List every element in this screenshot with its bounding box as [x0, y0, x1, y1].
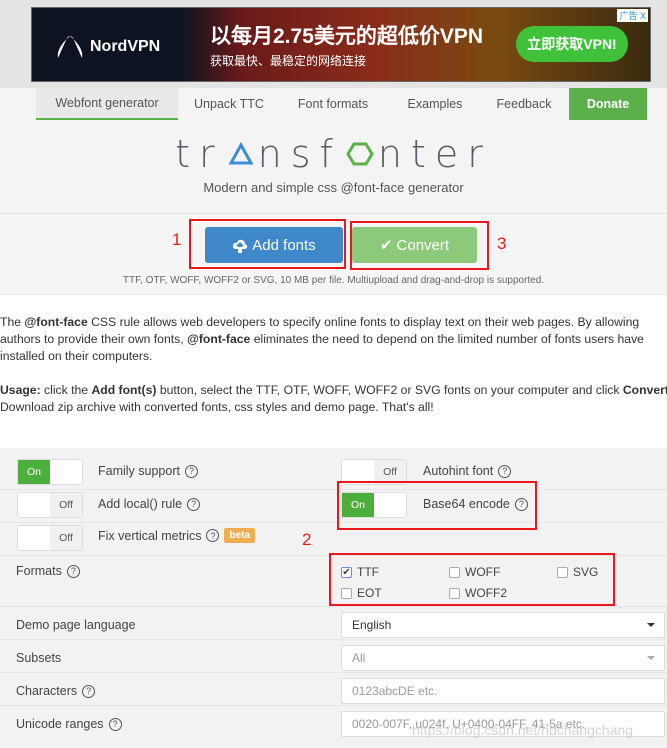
nav-webfont-generator[interactable]: Webfont generator — [36, 88, 178, 120]
help-icon[interactable]: ? — [66, 564, 80, 578]
ad-label: 广告 — [619, 11, 638, 21]
text: click the — [40, 383, 92, 397]
logo-hexagon-icon — [346, 142, 374, 166]
text: Download zip archive with converted font… — [0, 400, 434, 414]
family-support-toggle[interactable]: On — [17, 459, 83, 485]
ad-tag[interactable]: 广告 X — [617, 9, 648, 22]
caret-down-icon — [647, 623, 655, 627]
fix-vertical-label: Fix vertical metrics? beta — [98, 528, 256, 543]
label-text: Add local() rule — [98, 497, 183, 511]
tagline: Modern and simple css @font-face generat… — [203, 180, 464, 195]
fix-vertical-toggle[interactable]: Off — [17, 525, 83, 551]
toggle-off: Off — [50, 526, 82, 550]
text: @font-face — [186, 332, 251, 346]
ad-brand: NordVPN — [56, 34, 160, 60]
description-paragraph: The @font-face CSS rule allows web devel… — [0, 314, 644, 365]
logo-text: tr — [175, 132, 224, 176]
nav-unpack-ttc[interactable]: Unpack TTC — [182, 88, 276, 120]
text: The — [0, 315, 25, 329]
annotation-number-2: 2 — [302, 530, 312, 549]
logo: tr nsf nter — [0, 132, 667, 176]
ad-area: NordVPN 以每月2.75美元的超低价VPN 获取最快、最稳定的网络连接 立… — [0, 0, 667, 88]
ad-banner[interactable]: NordVPN 以每月2.75美元的超低价VPN 获取最快、最稳定的网络连接 立… — [31, 7, 651, 82]
characters-input[interactable]: 0123abcDE etc. — [341, 678, 665, 704]
add-local-label: Add local() rule? — [98, 497, 201, 511]
label-text: Formats — [16, 564, 62, 578]
watermark: https://blog.csdn.net/hdchangchang — [412, 722, 634, 738]
text: button, select the TTF, OTF, WOFF, WOFF2… — [156, 383, 623, 397]
toggle-off: Off — [50, 493, 82, 517]
toggle-on: On — [18, 460, 50, 484]
text: installed on their computers. — [0, 349, 153, 363]
subsets-select[interactable]: All — [341, 645, 665, 671]
label-text: Autohint font — [423, 464, 494, 478]
nordvpn-logo-icon — [57, 36, 83, 58]
label-text: Unicode ranges — [16, 717, 104, 731]
help-icon[interactable]: ? — [498, 464, 512, 478]
formats-label: Formats? — [16, 564, 80, 578]
ad-brand-text: NordVPN — [90, 38, 161, 55]
unicode-ranges-label: Unicode ranges? — [16, 717, 122, 731]
ad-cta-button[interactable]: 立即获取VPN! — [516, 26, 628, 62]
select-value: All — [352, 651, 366, 665]
ad-subtext: 获取最快、最稳定的网络连接 — [210, 54, 367, 68]
logo-triangle-icon — [228, 142, 254, 165]
help-icon[interactable]: ? — [184, 464, 198, 478]
annotation-number-3: 3 — [497, 234, 507, 253]
annotation-box-2a — [337, 481, 537, 530]
autohint-label: Autohint font? — [423, 464, 512, 478]
header: Webfont generator Unpack TTC Font format… — [0, 88, 667, 213]
annotation-box-1 — [189, 219, 346, 269]
text: Usage: — [0, 383, 41, 397]
text: Convert — [622, 383, 667, 397]
upload-hint: TTF, OTF, WOFF, WOFF2 or SVG, 10 MB per … — [122, 275, 545, 286]
family-support-label: Family support? — [98, 464, 198, 478]
logo-text: nsf — [257, 132, 342, 176]
nav-donate[interactable]: Donate — [569, 88, 647, 120]
help-icon[interactable]: ? — [82, 684, 96, 698]
text: @font-face — [24, 315, 88, 329]
text: Add font(s) — [91, 383, 157, 397]
text: CSS rule allows web developers to specif… — [87, 315, 640, 329]
nav-font-formats[interactable]: Font formats — [283, 88, 383, 120]
annotation-box-2b — [329, 553, 615, 606]
add-local-toggle[interactable]: Off — [17, 492, 83, 518]
nav-feedback[interactable]: Feedback — [484, 88, 564, 120]
caret-down-icon — [647, 656, 655, 660]
text: authors to provide their own fonts, — [0, 332, 187, 346]
characters-label: Characters? — [16, 684, 96, 698]
nav-examples[interactable]: Examples — [392, 88, 478, 120]
label-text: Characters — [16, 684, 78, 698]
select-value: English — [352, 618, 392, 632]
toggle-knob — [50, 460, 82, 484]
ad-close-icon[interactable]: X — [640, 11, 646, 21]
toggle-knob — [18, 493, 50, 517]
toggle-knob — [18, 526, 50, 550]
label-text: Family support — [98, 464, 180, 478]
annotation-box-3 — [350, 221, 489, 270]
demo-language-select[interactable]: English — [341, 612, 665, 638]
logo-text: nter — [377, 132, 492, 176]
subsets-label: Subsets — [16, 651, 62, 665]
annotation-number-1: 1 — [172, 230, 182, 249]
help-icon[interactable]: ? — [187, 497, 201, 511]
help-icon[interactable]: ? — [108, 717, 122, 731]
help-icon[interactable]: ? — [206, 529, 220, 542]
usage-paragraph: Usage: click the Add font(s) button, sel… — [0, 382, 667, 416]
beta-badge: beta — [224, 528, 256, 543]
text: eliminates the need to depend on the lim… — [250, 332, 644, 346]
demo-language-label: Demo page language — [16, 618, 136, 632]
label-text: Fix vertical metrics — [98, 528, 202, 543]
ad-headline: 以每月2.75美元的超低价VPN — [210, 25, 484, 48]
